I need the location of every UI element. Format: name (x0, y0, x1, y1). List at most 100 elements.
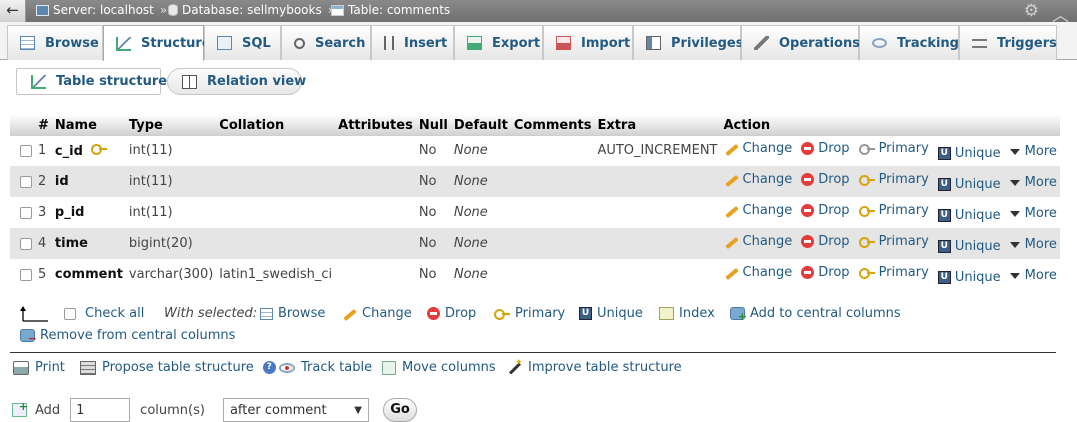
more-button[interactable]: More (1009, 144, 1057, 159)
row-name-cell: c_id (51, 135, 126, 166)
drop-button[interactable]: Drop (801, 141, 850, 156)
row-null: No (415, 166, 451, 197)
breadcrumb-server[interactable]: Server: localhost » (36, 3, 167, 17)
row-collation (216, 166, 336, 197)
row-name[interactable]: c_id (55, 144, 83, 159)
tab-privileges[interactable]: Privileges (633, 25, 743, 60)
change-button[interactable]: Change (724, 265, 793, 280)
bulk-primary-button[interactable]: Primary (494, 306, 565, 321)
change-button[interactable]: Change (724, 234, 793, 249)
tab-browse[interactable]: Browse (7, 25, 103, 60)
gear-icon[interactable]: ⚙ (1024, 1, 1039, 21)
check-all-checkbox[interactable] (64, 307, 76, 320)
breadcrumb-table-label[interactable]: Table: comments (348, 3, 450, 17)
bulk-add-central-button[interactable]: Add to central columns (730, 306, 901, 323)
go-button[interactable]: Go (383, 398, 417, 422)
drop-button[interactable]: Drop (801, 172, 850, 187)
unique-button[interactable]: U Unique (937, 239, 1001, 254)
row-checkbox[interactable] (20, 268, 32, 281)
unique-label: Unique (954, 145, 1001, 161)
unique-button[interactable]: U Unique (937, 208, 1001, 223)
tab-import[interactable]: Import (543, 25, 633, 60)
row-comments (510, 197, 595, 228)
row-attributes (335, 197, 416, 228)
print-link[interactable]: Print (13, 360, 65, 375)
tab-sql[interactable]: SQL (204, 25, 281, 60)
row-checkbox[interactable] (20, 175, 32, 188)
add-label: Add (35, 402, 61, 418)
tab-import-label: Import (581, 35, 631, 51)
row-checkbox[interactable] (20, 144, 32, 157)
tab-operations[interactable]: Operations (741, 25, 860, 60)
change-button[interactable]: Change (724, 172, 793, 187)
sql-icon (217, 36, 232, 50)
subtab-table-structure[interactable]: Table structure (16, 68, 167, 95)
tab-insert[interactable]: Insert (371, 25, 454, 60)
row-default: None (450, 135, 511, 166)
unique-button[interactable]: U Unique (937, 270, 1001, 285)
help-icon[interactable]: ? (262, 361, 276, 374)
check-all-label[interactable]: Check all (85, 306, 144, 321)
bulk-change-button[interactable]: Change (342, 306, 412, 321)
change-button[interactable]: Change (724, 203, 793, 218)
check-all[interactable]: Check all (64, 306, 144, 321)
bulk-index-button[interactable]: Index (659, 306, 715, 321)
row-name[interactable]: id (55, 174, 69, 189)
browse-icon (20, 36, 35, 50)
row-actions: Change Drop Primary U Unique More (720, 197, 1060, 228)
bulk-unique-button[interactable]: U Unique (579, 306, 643, 321)
column-count-input[interactable] (70, 398, 131, 422)
tab-structure[interactable]: Structure (103, 25, 211, 61)
tab-triggers[interactable]: Triggers (959, 25, 1057, 60)
unique-button[interactable]: U Unique (937, 145, 1001, 161)
breadcrumb-server-label[interactable]: Server: localhost (53, 3, 154, 17)
move-columns-link[interactable]: Move columns (382, 360, 496, 375)
structure-icon (31, 74, 46, 89)
row-checkbox[interactable] (20, 237, 32, 250)
track-table-link[interactable]: Track table (279, 360, 372, 375)
row-checkbox-cell (10, 135, 35, 166)
drop-button[interactable]: Drop (801, 265, 850, 280)
more-button[interactable]: More (1009, 175, 1057, 190)
header-num: # (35, 114, 52, 136)
change-button[interactable]: Change (724, 141, 793, 156)
primary-button[interactable]: Primary (858, 172, 929, 187)
row-num: 3 (35, 197, 52, 228)
row-name[interactable]: comment (55, 267, 123, 282)
row-default: None (450, 166, 511, 197)
breadcrumb-database[interactable]: Database: sellmybooks » (168, 3, 335, 17)
tab-search[interactable]: Search (281, 25, 371, 60)
unique-button[interactable]: U Unique (937, 177, 1001, 192)
breadcrumb-table[interactable]: Table: comments (331, 3, 450, 17)
tab-tracking[interactable]: Tracking (859, 25, 959, 60)
more-button[interactable]: More (1009, 237, 1057, 252)
breadcrumb-database-label[interactable]: Database: sellmybooks (182, 3, 322, 17)
bulk-change-label: Change (362, 306, 412, 321)
more-button[interactable]: More (1009, 206, 1057, 221)
primary-button[interactable]: Primary (858, 203, 929, 218)
header-type: Type (125, 114, 217, 136)
more-button[interactable]: More (1009, 268, 1057, 283)
header-comments: Comments (510, 114, 595, 136)
back-button[interactable]: ← (0, 0, 26, 22)
bulk-remove-central-button[interactable]: Remove from central columns (20, 328, 235, 345)
primary-button[interactable]: Primary (858, 141, 929, 156)
primary-button[interactable]: Primary (858, 265, 929, 280)
propose-structure-link[interactable]: Propose table structure ? (80, 360, 276, 375)
subtab-relation-view[interactable]: Relation view (167, 68, 306, 95)
primary-button[interactable]: Primary (858, 234, 929, 249)
row-name[interactable]: time (55, 236, 88, 251)
drop-button[interactable]: Drop (801, 234, 850, 249)
column-position-select[interactable]: after comment ▼ (222, 398, 369, 422)
improve-structure-link[interactable]: Improve table structure (506, 358, 682, 376)
row-checkbox[interactable] (20, 206, 32, 219)
bulk-browse-button[interactable]: Browse (260, 306, 325, 321)
more-label: More (1024, 175, 1057, 190)
bulk-drop-button[interactable]: Drop (427, 306, 476, 321)
arrow-up-icon (20, 306, 48, 322)
tab-export[interactable]: Export (454, 25, 543, 60)
table-row: 4 time bigint(20) No None Change Drop Primary U U… (10, 228, 1060, 259)
drop-button[interactable]: Drop (801, 203, 850, 218)
row-name[interactable]: p_id (55, 205, 85, 220)
column-position-value: after comment (229, 402, 327, 418)
